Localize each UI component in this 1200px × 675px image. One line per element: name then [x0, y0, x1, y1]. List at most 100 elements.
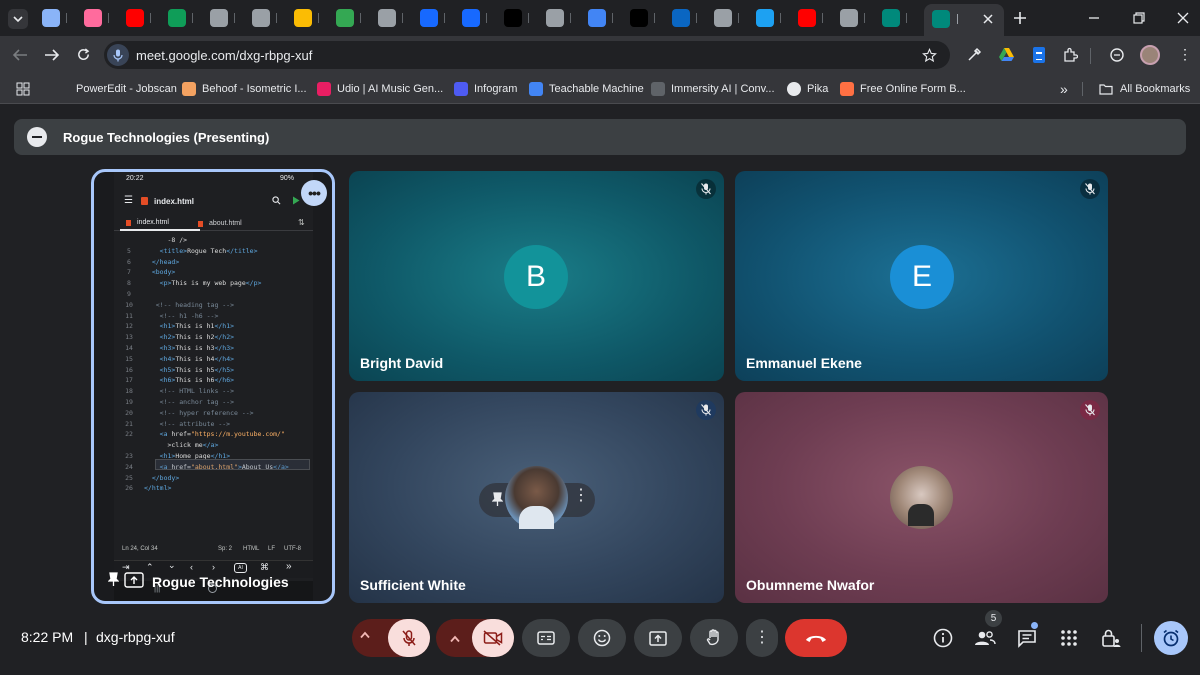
- captions-button[interactable]: [522, 619, 570, 657]
- omnibox[interactable]: meet.google.com/dxg-rbpg-xuf: [104, 41, 950, 69]
- tab-favicon[interactable]: [252, 9, 270, 27]
- bookmark-star-icon[interactable]: [922, 48, 937, 63]
- more-options-button[interactable]: ⋮: [746, 619, 778, 657]
- tab-favicon[interactable]: [42, 9, 60, 27]
- docs-extension-icon[interactable]: [1033, 47, 1045, 63]
- tab-favicon[interactable]: [84, 9, 102, 27]
- code-line[interactable]: 12 <h1>This is h1</h1>: [114, 321, 234, 332]
- back-icon[interactable]: [12, 48, 28, 62]
- tab-favicon[interactable]: [714, 9, 732, 27]
- mic-options-chevron[interactable]: [360, 630, 370, 642]
- code-line[interactable]: 15 <h4>This is h4</h4>: [114, 354, 234, 365]
- pin-icon[interactable]: [492, 492, 503, 507]
- code-line[interactable]: 5 <title>Rogue Tech</title>: [114, 246, 258, 257]
- code-line[interactable]: 21 <!-- attribute -->: [114, 419, 230, 430]
- tab-favicon[interactable]: [756, 9, 774, 27]
- camera-toggle-button[interactable]: [472, 619, 514, 657]
- restore-icon[interactable]: [1132, 11, 1146, 25]
- code-line[interactable]: 18 <!-- HTML links -->: [114, 386, 234, 397]
- timer-button[interactable]: [1154, 621, 1188, 655]
- hamburger-menu-icon[interactable]: ☰: [124, 196, 133, 206]
- new-tab-icon[interactable]: [1013, 11, 1027, 25]
- editor-tab-about[interactable]: about.html: [192, 216, 272, 231]
- participant-tile[interactable]: Obumneme Nwafor: [735, 392, 1108, 603]
- tab-favicon[interactable]: [630, 9, 648, 27]
- leave-call-button[interactable]: [785, 619, 847, 657]
- bookmarks-overflow-button[interactable]: »: [1060, 80, 1068, 98]
- chat-button[interactable]: [1015, 626, 1039, 650]
- editor-tab-index[interactable]: index.html: [120, 216, 200, 231]
- chevron-up-icon[interactable]: ⌃: [146, 562, 154, 573]
- chrome-menu-icon[interactable]: ⋮: [1178, 47, 1192, 61]
- code-line[interactable]: 16 <h5>This is h5</h5>: [114, 365, 234, 376]
- tab-favicon[interactable]: [420, 9, 438, 27]
- sort-icon[interactable]: ⇅: [298, 218, 305, 227]
- more-keys-icon[interactable]: »: [286, 561, 292, 572]
- tab-search-button[interactable]: [8, 9, 28, 29]
- mic-toggle-button[interactable]: [388, 619, 430, 657]
- extensions-puzzle-icon[interactable]: [1062, 47, 1078, 63]
- code-line[interactable]: 14 <h3>This is h3</h3>: [114, 343, 234, 354]
- code-line[interactable]: >click me</a>: [114, 440, 218, 451]
- bookmark-item[interactable]: Pika: [787, 80, 828, 98]
- tab-favicon[interactable]: [168, 9, 186, 27]
- tab-favicon[interactable]: [294, 9, 312, 27]
- bookmark-item[interactable]: PowerEdit - Jobscan: [56, 80, 177, 98]
- code-line[interactable]: 13 <h2>This is h2</h2>: [114, 332, 234, 343]
- run-play-icon[interactable]: [292, 196, 300, 205]
- tab-favicon[interactable]: [462, 9, 480, 27]
- close-icon[interactable]: [982, 13, 994, 25]
- code-line[interactable]: 7 <body>: [114, 267, 175, 278]
- participant-tile[interactable]: B Bright David: [349, 171, 724, 381]
- google-drive-icon[interactable]: [998, 47, 1015, 62]
- presenter-avatar[interactable]: [27, 127, 47, 147]
- tab-favicon[interactable]: [588, 9, 606, 27]
- tab-favicon[interactable]: [126, 9, 144, 27]
- apps-grid-icon[interactable]: [16, 82, 30, 96]
- host-controls-button[interactable]: [1099, 626, 1123, 650]
- reload-icon[interactable]: [76, 47, 91, 62]
- eyedropper-icon[interactable]: [966, 47, 982, 63]
- code-line[interactable]: 11 <!-- h1 -h6 -->: [114, 311, 218, 322]
- all-bookmarks-button[interactable]: All Bookmarks: [1099, 80, 1190, 98]
- more-vert-icon[interactable]: ⋮: [573, 488, 589, 504]
- search-icon[interactable]: [272, 196, 281, 205]
- active-tab[interactable]: [924, 4, 1004, 36]
- pin-icon[interactable]: [108, 572, 119, 587]
- bookmark-item[interactable]: Infogram: [454, 80, 517, 98]
- chevron-down-icon[interactable]: ⌄: [168, 560, 176, 571]
- participant-tile[interactable]: ⋮ Sufficient White: [349, 392, 724, 603]
- code-line[interactable]: 22 <a href="https://m.youtube.com/": [114, 429, 285, 440]
- code-line[interactable]: 9: [114, 289, 144, 300]
- tab-favicon[interactable]: [840, 9, 858, 27]
- bookmark-item[interactable]: Free Online Form B...: [840, 80, 966, 98]
- chat-extension-icon[interactable]: [1109, 47, 1125, 63]
- chevron-right-icon[interactable]: ›: [212, 562, 215, 572]
- code-line[interactable]: 19 <!-- anchor tag -->: [114, 397, 234, 408]
- participant-tile[interactable]: E Emmanuel Ekene: [735, 171, 1108, 381]
- code-line[interactable]: 25 </body>: [114, 473, 179, 484]
- bookmark-item[interactable]: Behoof - Isometric I...: [182, 80, 307, 98]
- tab-favicon[interactable]: [210, 9, 228, 27]
- meeting-details-button[interactable]: [931, 626, 955, 650]
- presentation-tile[interactable]: 20:22 90% ☰ index.html index.html about.…: [91, 169, 335, 604]
- forward-icon[interactable]: [44, 48, 60, 62]
- site-info-button[interactable]: [107, 44, 129, 66]
- chevron-left-icon[interactable]: ‹: [190, 562, 193, 572]
- minimize-icon[interactable]: [1087, 11, 1101, 25]
- profile-avatar[interactable]: [1140, 45, 1160, 65]
- code-line[interactable]: 10 <!-- heading tag -->: [114, 300, 234, 311]
- bookmark-item[interactable]: Teachable Machine: [529, 80, 644, 98]
- emoji-reactions-button[interactable]: [578, 619, 626, 657]
- code-line[interactable]: 8 <p>This is my web page</p>: [114, 278, 261, 289]
- tab-favicon[interactable]: [504, 9, 522, 27]
- tab-favicon[interactable]: [672, 9, 690, 27]
- code-line[interactable]: 6 </head>: [114, 257, 179, 268]
- raise-hand-button[interactable]: [690, 619, 738, 657]
- tile-options-button[interactable]: •••: [301, 180, 327, 206]
- tab-favicon[interactable]: [336, 9, 354, 27]
- tab-favicon[interactable]: [378, 9, 396, 27]
- tab-favicon[interactable]: [798, 9, 816, 27]
- tab-favicon[interactable]: [546, 9, 564, 27]
- code-line[interactable]: -8 />: [114, 235, 187, 246]
